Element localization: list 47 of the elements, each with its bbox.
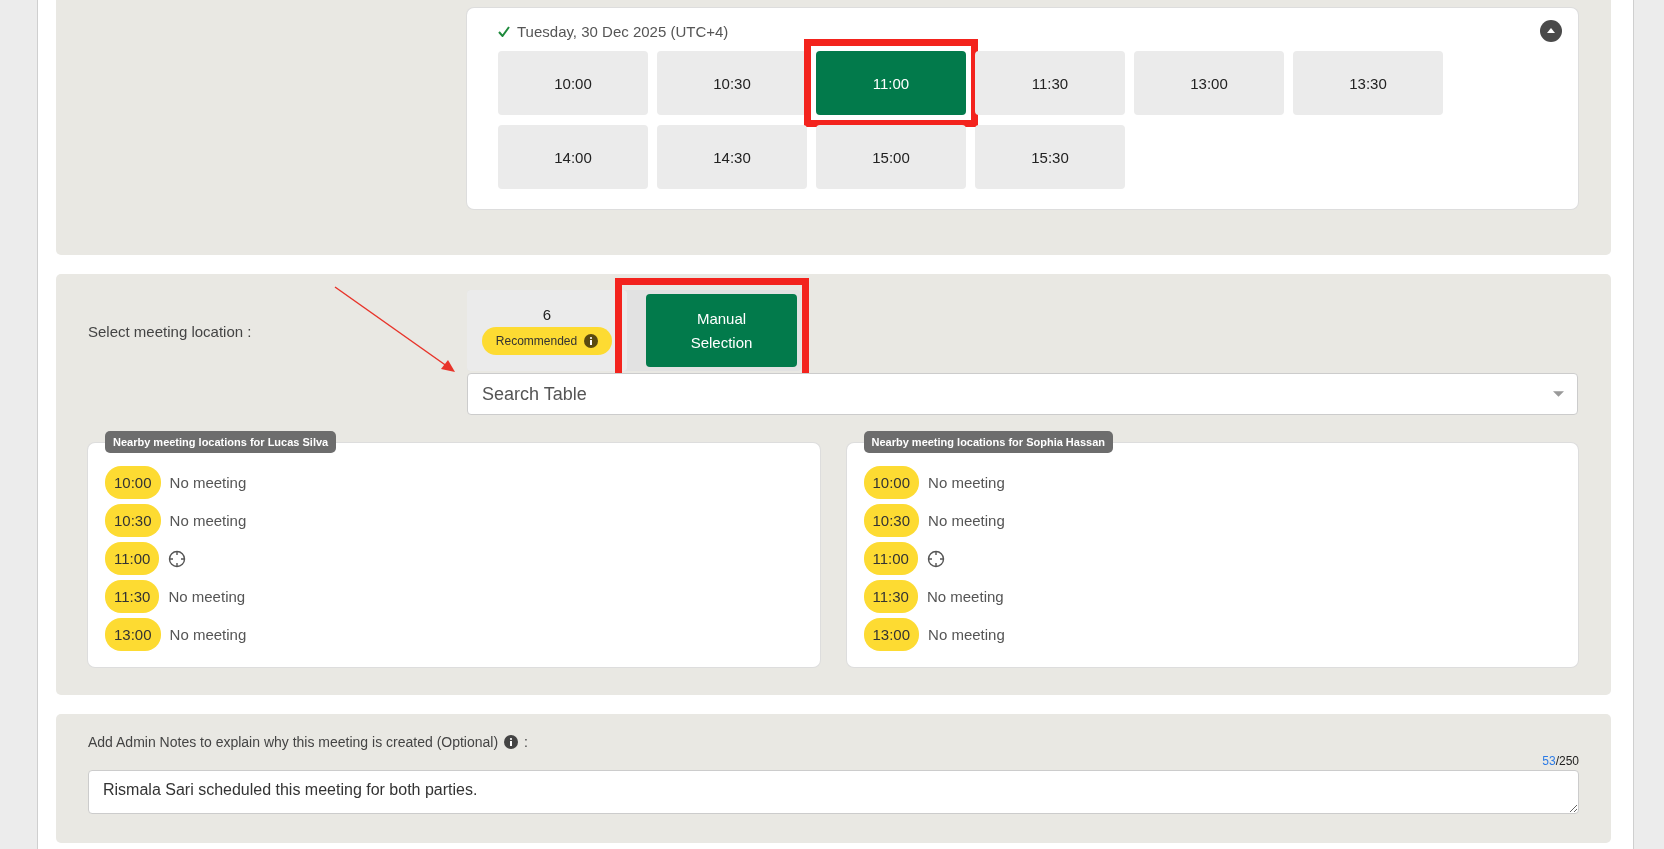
time-badge: 11:30: [105, 580, 160, 613]
recommended-option[interactable]: 6 Recommended: [467, 290, 627, 371]
time-slot[interactable]: 15:00: [816, 125, 966, 189]
field-label: Add Admin Notes to explain why this meeting is created (Optional): [88, 734, 499, 750]
time-slot[interactable]: 10:00: [498, 51, 648, 115]
collapse-button[interactable]: [1540, 20, 1562, 42]
time-slot[interactable]: 10:30: [657, 51, 807, 115]
notes-field[interactable]: Rismala Sari scheduled this meeting for both parties.: [88, 770, 1579, 814]
time-slot[interactable]: 11:30: [975, 51, 1125, 115]
time-slot[interactable]: 11:00: [816, 51, 966, 115]
info-icon: [504, 735, 519, 749]
character-counter: 53/250: [1541, 754, 1579, 768]
date-label: Tuesday, 30 Dec 2025 (UTC+4): [517, 22, 729, 40]
crosshair-icon: [926, 549, 945, 568]
status-text: No meeting: [928, 474, 1005, 491]
time-slot[interactable]: 14:00: [498, 125, 648, 189]
time-badge: 10:00: [105, 466, 161, 499]
time-badge: 10:30: [105, 504, 161, 537]
dropdown-caret-icon: [1553, 391, 1564, 397]
time-slot[interactable]: 13:00: [1134, 51, 1284, 115]
card-title-tag: Nearby meeting locations for Sophia Hassan: [863, 431, 1113, 453]
status-text: No meeting: [928, 626, 1005, 643]
manual-selection-button[interactable]: Manual Selection: [646, 294, 797, 367]
count-label: 6: [542, 306, 552, 323]
crosshair-icon: [168, 549, 187, 568]
field-label: Select meeting location :: [88, 322, 253, 342]
time-badge: 10:30: [863, 504, 920, 537]
card-title-tag: Nearby meeting locations for Lucas Silva: [105, 431, 337, 453]
status-text: No meeting: [928, 512, 1005, 529]
search-dropdown[interactable]: Search Table: [467, 373, 1578, 415]
status-text: No meeting: [926, 588, 1004, 605]
time-slot[interactable]: 15:30: [975, 125, 1125, 189]
time-badge: 11:00: [105, 542, 160, 575]
time-badge: 11:00: [863, 542, 918, 575]
status-text: No meeting: [169, 474, 247, 491]
time-badge: 11:30: [863, 580, 918, 613]
time-slot[interactable]: 14:30: [657, 125, 807, 189]
info-icon: [584, 334, 599, 348]
status-text: No meeting: [168, 588, 246, 605]
time-slot[interactable]: 13:30: [1293, 51, 1443, 115]
time-badge: 13:00: [863, 618, 920, 651]
time-badge: 10:00: [863, 466, 920, 499]
status-text: No meeting: [169, 512, 247, 529]
label-colon: :: [524, 734, 528, 750]
badge-label: Recommended: [495, 334, 578, 348]
status-text: No meeting: [169, 626, 247, 643]
time-badge: 13:00: [105, 618, 161, 651]
